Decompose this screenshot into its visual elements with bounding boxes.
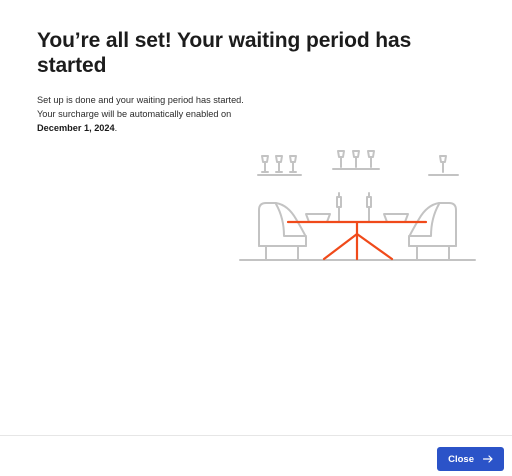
glass-icon: [337, 150, 345, 168]
bottle-left: [336, 196, 342, 223]
description: Set up is done and your waiting period h…: [37, 93, 267, 135]
page-title: You’re all set! Your waiting period has …: [37, 29, 412, 77]
glass-icon: [367, 150, 375, 168]
close-button[interactable]: Close: [437, 447, 504, 471]
glass-icon: [261, 155, 269, 173]
setup-complete-page: You’re all set! Your waiting period has …: [0, 0, 512, 476]
glass-icon: [352, 150, 360, 168]
description-line-1: Set up is done and your waiting period h…: [37, 95, 244, 105]
table-leg-right: [355, 232, 394, 261]
description-suffix: .: [114, 123, 118, 133]
table-highlight: [286, 220, 428, 261]
bottle-right: [366, 196, 372, 223]
glass-icon: [439, 155, 447, 173]
footer-bar: Close: [0, 435, 512, 476]
surcharge-date: December 1, 2024: [37, 123, 115, 133]
bowl-right: [383, 213, 409, 223]
description-line-2: Your surcharge will be automatically ena…: [37, 109, 232, 119]
glass-icon: [275, 155, 283, 173]
glass-icon: [289, 155, 297, 173]
arrow-right-icon: [483, 455, 493, 463]
table-leg-left: [322, 232, 359, 261]
close-button-label: Close: [448, 453, 474, 465]
bowl-left: [305, 213, 331, 223]
restaurant-table-illustration: [239, 150, 476, 261]
